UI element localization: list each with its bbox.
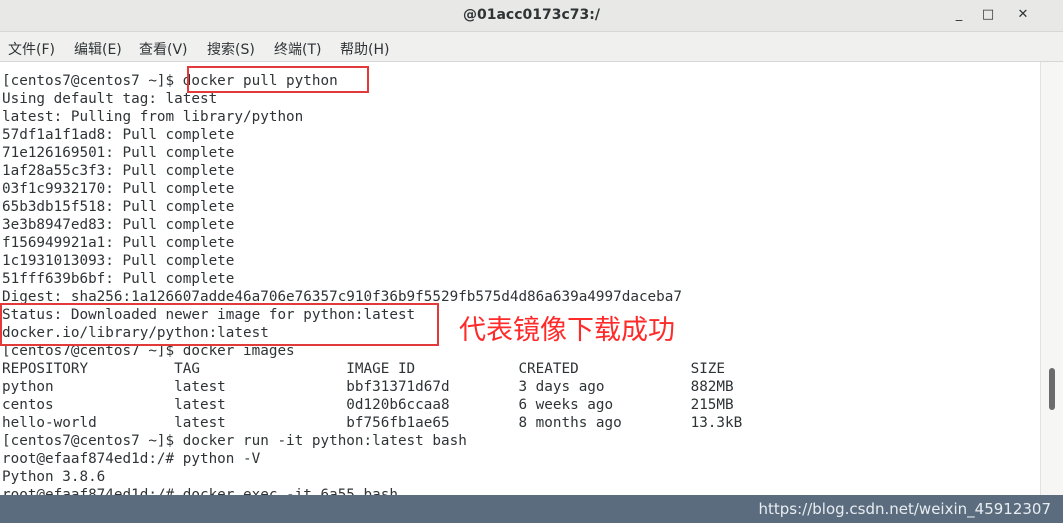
window-title: @01acc0173c73:/ (463, 7, 600, 23)
terminal-line: Using default tag: latest (2, 91, 218, 107)
menu-file[interactable]: 文件(F) (8, 39, 55, 59)
terminal-line: centos latest 0d120b6ccaa8 6 weeks ago 2… (2, 397, 734, 413)
terminal-line: hello-world latest bf756fb1ae65 8 months… (2, 415, 743, 431)
terminal-output[interactable]: [centos7@centos7 ~]$ docker pull python … (0, 62, 1040, 495)
scrollbar[interactable] (1040, 62, 1063, 495)
terminal-line: 3e3b8947ed83: Pull complete (2, 217, 235, 233)
maximize-button[interactable]: □ (977, 5, 999, 25)
terminal-line: 65b3db15f518: Pull complete (2, 199, 235, 215)
minimize-button[interactable]: _ (948, 5, 970, 25)
terminal-line: 57df1a1f1ad8: Pull complete (2, 127, 235, 143)
menu-view[interactable]: 查看(V) (139, 39, 188, 59)
highlight-pull-command (187, 66, 369, 93)
annotation-success-note: 代表镜像下载成功 (459, 315, 675, 346)
menu-edit[interactable]: 编辑(E) (74, 39, 122, 59)
terminal-line: 03f1c9932170: Pull complete (2, 181, 235, 197)
watermark-text: https://blog.csdn.net/weixin_45912307 (758, 500, 1051, 518)
terminal-line: latest: Pulling from library/python (2, 109, 304, 125)
scrollbar-thumb[interactable] (1049, 368, 1055, 410)
terminal-line: f156949921a1: Pull complete (2, 235, 235, 251)
terminal-line: root@efaaf874ed1d:/# python -V (2, 451, 261, 467)
terminal-line: 1c1931013093: Pull complete (2, 253, 235, 269)
terminal-line: 71e126169501: Pull complete (2, 145, 235, 161)
terminal-line: [centos7@centos7 ~]$ docker run -it pyth… (2, 433, 467, 449)
title-bar: @01acc0173c73:/ _ □ ✕ (0, 0, 1063, 32)
menu-bar: 文件(F) 编辑(E) 查看(V) 搜索(S) 终端(T) 帮助(H) (0, 32, 1063, 62)
terminal-line: root@efaaf874ed1d:/# docker exec -it 6a5… (2, 487, 398, 495)
terminal-line: REPOSITORY TAG IMAGE ID CREATED SIZE (2, 361, 726, 377)
menu-terminal[interactable]: 终端(T) (274, 39, 321, 59)
menu-search[interactable]: 搜索(S) (207, 39, 255, 59)
menu-help[interactable]: 帮助(H) (340, 39, 389, 59)
close-button[interactable]: ✕ (1012, 5, 1034, 25)
highlight-status-box (0, 303, 439, 346)
terminal-line: Python 3.8.6 (2, 469, 106, 485)
bottom-bar: https://blog.csdn.net/weixin_45912307 (0, 495, 1063, 523)
terminal-line: python latest bbf31371d67d 3 days ago 88… (2, 379, 734, 395)
terminal-line: 51fff639b6bf: Pull complete (2, 271, 235, 287)
terminal-line: 1af28a55c3f3: Pull complete (2, 163, 235, 179)
